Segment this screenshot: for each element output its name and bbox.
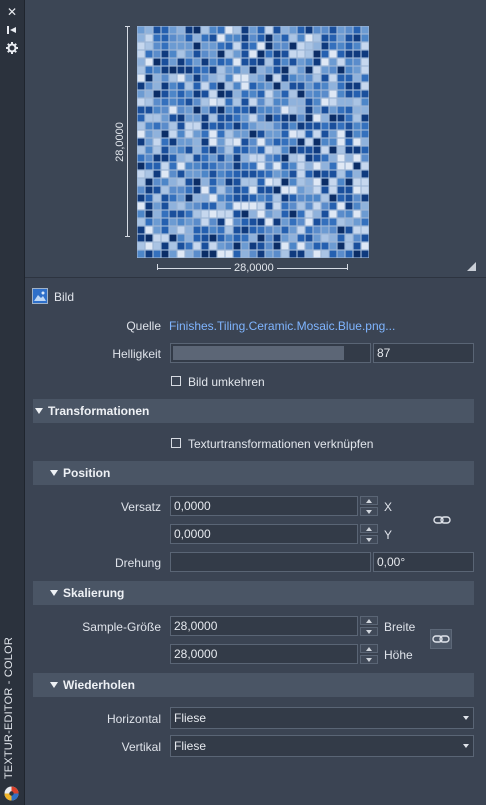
- link-transforms-label: Texturtransformationen verknüpfen: [188, 437, 374, 451]
- vertical-repeat-value: Fliese: [174, 739, 207, 753]
- pin-icon[interactable]: [4, 23, 20, 37]
- chevron-down-icon: [463, 744, 469, 748]
- mosaic-texture-image: [137, 26, 369, 258]
- chain-link-icon[interactable]: [431, 510, 453, 530]
- horizontal-label: Horizontal: [106, 712, 161, 726]
- close-icon[interactable]: ✕: [4, 5, 20, 19]
- vertical-label: Vertikal: [121, 740, 161, 754]
- brightness-slider[interactable]: [170, 343, 371, 363]
- sample-width-input[interactable]: 28,0000: [170, 616, 358, 636]
- collapse-triangle-icon: [50, 682, 58, 688]
- resize-grip[interactable]: [467, 262, 476, 271]
- collapse-triangle-icon: [50, 470, 58, 476]
- width-dimension-label: 28,0000: [231, 262, 277, 274]
- image-label: Bild: [54, 290, 75, 304]
- chain-link-icon[interactable]: [430, 629, 452, 649]
- collapse-triangle-icon: [35, 408, 43, 414]
- vertical-repeat-select[interactable]: Fliese: [170, 735, 474, 757]
- autodesk-logo-icon: [4, 786, 19, 801]
- offset-y-spinner[interactable]: [360, 524, 378, 544]
- repeat-section-header[interactable]: Wiederholen: [33, 673, 474, 697]
- offset-label: Versatz: [120, 500, 161, 514]
- position-section-header[interactable]: Position: [33, 461, 474, 485]
- sample-height-spinner[interactable]: [360, 644, 378, 664]
- scaling-section-header[interactable]: Skalierung: [33, 581, 474, 605]
- transformations-section-header[interactable]: Transformationen: [33, 399, 474, 423]
- scaling-header-label: Skalierung: [63, 586, 125, 600]
- offset-y-axis-label: Y: [384, 528, 393, 542]
- link-transforms-checkbox[interactable]: [171, 438, 181, 448]
- source-link[interactable]: Finishes.Tiling.Ceramic.Mosaic.Blue.png.…: [169, 319, 395, 333]
- panel-title: TEXTUR-EDITOR - COLOR: [3, 636, 15, 779]
- collapse-triangle-icon: [50, 590, 58, 596]
- image-thumbnail-icon[interactable]: [32, 288, 48, 304]
- gear-icon[interactable]: [4, 41, 20, 55]
- rotation-value-input[interactable]: 0,00°: [373, 552, 474, 572]
- rotation-label: Drehung: [114, 556, 161, 570]
- position-header-label: Position: [63, 466, 111, 480]
- horizontal-repeat-value: Fliese: [174, 711, 207, 725]
- transformations-header-label: Transformationen: [48, 404, 150, 418]
- brightness-label: Helligkeit: [112, 347, 161, 361]
- chevron-down-icon: [463, 716, 469, 720]
- offset-x-input[interactable]: 0,0000: [170, 496, 358, 516]
- repeat-header-label: Wiederholen: [63, 678, 135, 692]
- offset-y-input[interactable]: 0,0000: [170, 524, 358, 544]
- texture-preview: 28,0000 28,0000: [25, 0, 486, 278]
- sample-size-label: Sample-Größe: [82, 620, 161, 634]
- sample-width-spinner[interactable]: [360, 616, 378, 636]
- invert-image-label: Bild umkehren: [188, 375, 265, 389]
- source-label: Quelle: [126, 319, 161, 333]
- height-dimension-label: 28,0000: [114, 117, 126, 167]
- offset-x-spinner[interactable]: [360, 496, 378, 516]
- brightness-value-input[interactable]: 87: [373, 343, 474, 363]
- invert-image-checkbox[interactable]: [171, 376, 181, 386]
- title-strip: ✕ TEXTUR-EDITOR - COLOR: [0, 0, 25, 805]
- sample-height-input[interactable]: 28,0000: [170, 644, 358, 664]
- brightness-slider-fill: [173, 346, 344, 360]
- horizontal-repeat-select[interactable]: Fliese: [170, 707, 474, 729]
- offset-x-axis-label: X: [384, 500, 393, 514]
- height-axis-label: Höhe: [384, 648, 413, 662]
- width-axis-label: Breite: [384, 620, 416, 634]
- rotation-slider[interactable]: [170, 552, 371, 572]
